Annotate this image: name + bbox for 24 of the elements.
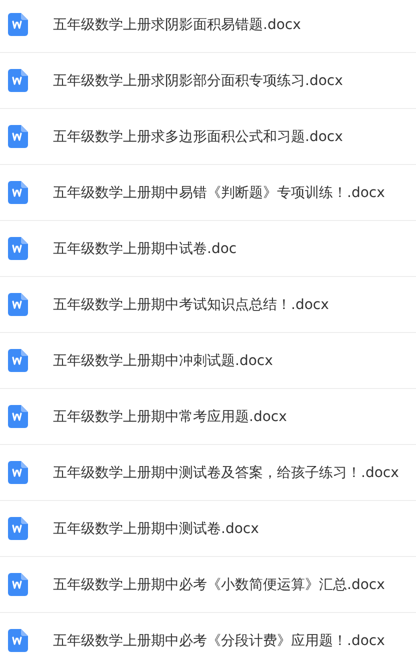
word-document-icon xyxy=(8,69,28,92)
word-document-icon xyxy=(8,405,28,428)
word-document-icon xyxy=(8,181,28,204)
file-name[interactable]: 五年级数学上册期中测试卷.docx xyxy=(53,520,259,538)
word-document-icon xyxy=(8,349,28,372)
file-name[interactable]: 五年级数学上册期中冲刺试题.docx xyxy=(53,352,273,370)
file-name[interactable]: 五年级数学上册期中考试知识点总结！.docx xyxy=(53,296,329,314)
file-name[interactable]: 五年级数学上册期中必考《分段计费》应用题！.docx xyxy=(53,632,385,650)
file-name[interactable]: 五年级数学上册期中测试卷及答案，给孩子练习！.docx xyxy=(53,464,399,482)
word-document-icon xyxy=(8,461,28,484)
word-document-icon xyxy=(8,573,28,596)
word-document-icon xyxy=(8,237,28,260)
word-document-icon xyxy=(8,629,28,652)
word-document-icon xyxy=(8,125,28,148)
file-name[interactable]: 五年级数学上册期中必考《小数简便运算》汇总.docx xyxy=(53,576,385,594)
file-name[interactable]: 五年级数学上册期中易错《判断题》专项训练！.docx xyxy=(53,184,385,202)
word-document-icon xyxy=(8,293,28,316)
word-document-icon xyxy=(8,517,28,540)
file-name[interactable]: 五年级数学上册求多边形面积公式和习题.docx xyxy=(53,128,343,146)
file-name[interactable]: 五年级数学上册期中常考应用题.docx xyxy=(53,408,287,426)
file-name[interactable]: 五年级数学上册求阴影面积易错题.docx xyxy=(53,16,301,34)
word-document-icon xyxy=(8,13,28,36)
file-name[interactable]: 五年级数学上册期中试卷.doc xyxy=(53,240,237,258)
file-name[interactable]: 五年级数学上册求阴影部分面积专项练习.docx xyxy=(53,72,343,90)
